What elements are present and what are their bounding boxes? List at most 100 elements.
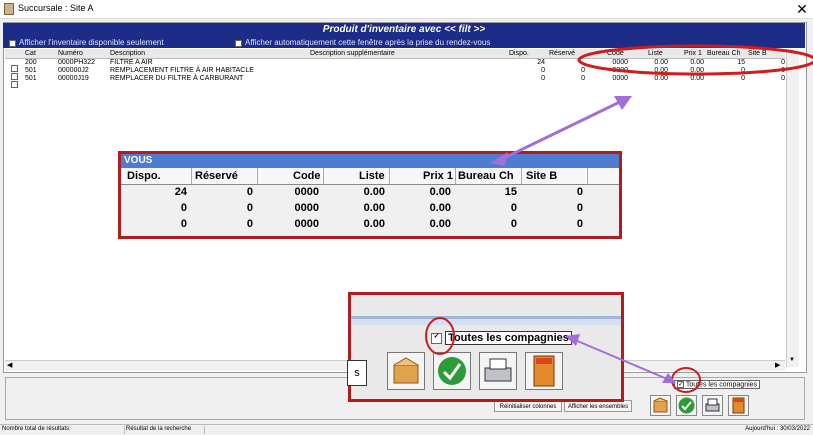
cell-liste: 0.00 [654, 67, 668, 74]
printer-icon [705, 398, 720, 412]
zoom-cell-prix1: 0.00 [429, 218, 451, 230]
cell-code: 0000 [612, 59, 628, 66]
zoom-all-companies-label: Toutes les compagnies [445, 331, 572, 345]
zoom-cell-dispo: 0 [180, 202, 187, 214]
col-siteb[interactable]: Site B [748, 50, 767, 57]
cell-bureau: 0 [741, 75, 745, 82]
zoomed-grid-callout: VOUS Dispo. Réservé Code Liste Prix 1 Bu… [118, 151, 622, 239]
all-companies-toggle[interactable]: Toutes les compagnies [674, 380, 761, 390]
table-row[interactable]: 501 000000J2 REMPLACEMENT FILTRE À AIR H… [5, 67, 785, 81]
zoom-row: 0 0 0000 0.00 0.00 0 0 [121, 218, 619, 234]
show-after-appointment-checkbox[interactable] [235, 39, 242, 48]
today-date: Aujourd'hui : 30/03/2022 [745, 426, 810, 432]
zoom-cell-prix1: 0.00 [429, 202, 451, 214]
zoom-cell-prix1: 0.00 [429, 186, 451, 198]
zoom-col-bureau: Bureau Ch [458, 170, 514, 182]
col-prix1[interactable]: Prix 1 [684, 50, 702, 57]
zoom-exit-button[interactable] [525, 352, 563, 390]
title-bar: Succursale : Site A ✕ [0, 0, 813, 19]
table-row[interactable]: 200 0000PH322 FILTRE A AIR 24 0000 0.00 … [5, 59, 785, 73]
cell-description: REMPLACER DU FILTRE À CARBURANT [110, 75, 244, 82]
zoom-cell-code: 0000 [294, 202, 319, 214]
show-after-appointment-label: Afficher automatiquement cette fenêtre a… [245, 38, 491, 47]
cell-numero: 00000J19 [58, 75, 89, 82]
zoom-all-companies[interactable]: Toutes les compagnies [431, 331, 572, 345]
col-description-supp[interactable]: Description supplémentaire [310, 50, 395, 57]
col-numero[interactable]: Numéro [58, 50, 83, 57]
zoom-cell-liste: 0.00 [363, 218, 385, 230]
show-available-label: Afficher l'inventaire disponible seuleme… [19, 38, 164, 47]
zoom-col-prix1: Prix 1 [423, 170, 453, 182]
scroll-right-icon[interactable]: ▶ [775, 361, 780, 369]
box-icon [653, 397, 668, 413]
cell-liste: 0.00 [654, 59, 668, 66]
zoom-box-button[interactable] [387, 352, 425, 390]
zoom-validate-button[interactable] [433, 352, 471, 390]
col-description[interactable]: Description [110, 50, 145, 57]
col-reserve[interactable]: Réservé [549, 50, 575, 57]
cell-code: 0000 [612, 75, 628, 82]
cell-liste: 0.00 [654, 75, 668, 82]
cell-siteb: 0 [781, 67, 785, 74]
options-row: Afficher l'inventaire disponible seuleme… [3, 37, 805, 48]
validate-button[interactable] [676, 395, 697, 416]
zoom-cell-bureau: 0 [510, 218, 517, 230]
all-companies-label: Toutes les compagnies [685, 381, 758, 389]
vertical-scrollbar[interactable]: ▲ ▼ [786, 49, 799, 367]
zoom-col-siteb: Site B [526, 170, 558, 182]
cell-dispo: 0 [541, 75, 545, 82]
zoom-row: 24 0 0000 0.00 0.00 15 0 [121, 186, 619, 202]
cell-reserve: 0 [581, 75, 585, 82]
col-cat[interactable]: Cat [25, 50, 36, 57]
print-button[interactable] [702, 395, 723, 416]
cell-siteb: 0 [781, 59, 785, 66]
check-icon [438, 357, 466, 385]
zoom-all-companies-checkbox[interactable] [431, 332, 442, 344]
zoom-cell-dispo: 0 [180, 218, 187, 230]
cell-cat: 200 [25, 59, 37, 66]
zoom-cell-liste: 0.00 [363, 186, 385, 198]
box-button[interactable] [650, 395, 671, 416]
scroll-down-icon[interactable]: ▼ [789, 357, 795, 363]
scroll-up-icon[interactable]: ▲ [789, 49, 795, 55]
zoom-col-dispo: Dispo. [127, 170, 161, 182]
cell-reserve: 0 [581, 67, 585, 74]
zoom-column-header: Dispo. Réservé Code Liste Prix 1 Bureau … [121, 168, 619, 185]
zoom-cell-bureau: 15 [504, 186, 517, 198]
cell-prix1: 0.00 [690, 67, 704, 74]
close-icon[interactable]: ✕ [791, 0, 813, 18]
scroll-left-icon[interactable]: ◀ [7, 361, 12, 369]
cell-prix1: 0.00 [690, 59, 704, 66]
zoom-cell-bureau: 0 [510, 202, 517, 214]
zoom-col-reserve: Réservé [195, 170, 238, 182]
cell-siteb: 0 [781, 75, 785, 82]
all-companies-checkbox[interactable] [677, 381, 684, 388]
printer-icon [484, 358, 512, 382]
col-liste[interactable]: Liste [648, 50, 663, 57]
zoom-cell-siteb: 0 [576, 202, 583, 214]
cell-numero: 000000J2 [58, 67, 89, 74]
cell-cat: 501 [25, 67, 37, 74]
window-title: Succursale : Site A [18, 3, 94, 13]
cell-numero: 0000PH322 [58, 59, 95, 66]
search-result-label: Résultat de la recherche [124, 426, 205, 434]
zoom-cell-siteb: 0 [576, 186, 583, 198]
table-row[interactable]: 501 00000J19 REMPLACER DU FILTRE À CARBU… [5, 75, 785, 89]
check-icon [678, 397, 695, 414]
show-available-checkbox[interactable] [9, 39, 16, 48]
col-dispo[interactable]: Dispo. [509, 50, 529, 57]
exit-icon [533, 355, 555, 387]
app-icon [4, 3, 14, 15]
zoom-partial-button[interactable]: s [347, 360, 367, 386]
status-bar: Nombre total de résultats: Résultat de l… [0, 424, 813, 435]
exit-button[interactable] [728, 395, 749, 416]
zoom-print-button[interactable] [479, 352, 517, 390]
zoom-cell-code: 0000 [294, 218, 319, 230]
row-checkbox[interactable] [11, 76, 18, 94]
col-code[interactable]: Code [607, 50, 624, 57]
cell-code: 0000 [612, 67, 628, 74]
col-bureau[interactable]: Bureau Ch [707, 50, 740, 57]
zoom-cell-siteb: 0 [576, 218, 583, 230]
cell-prix1: 0.00 [690, 75, 704, 82]
zoom-cell-liste: 0.00 [363, 202, 385, 214]
